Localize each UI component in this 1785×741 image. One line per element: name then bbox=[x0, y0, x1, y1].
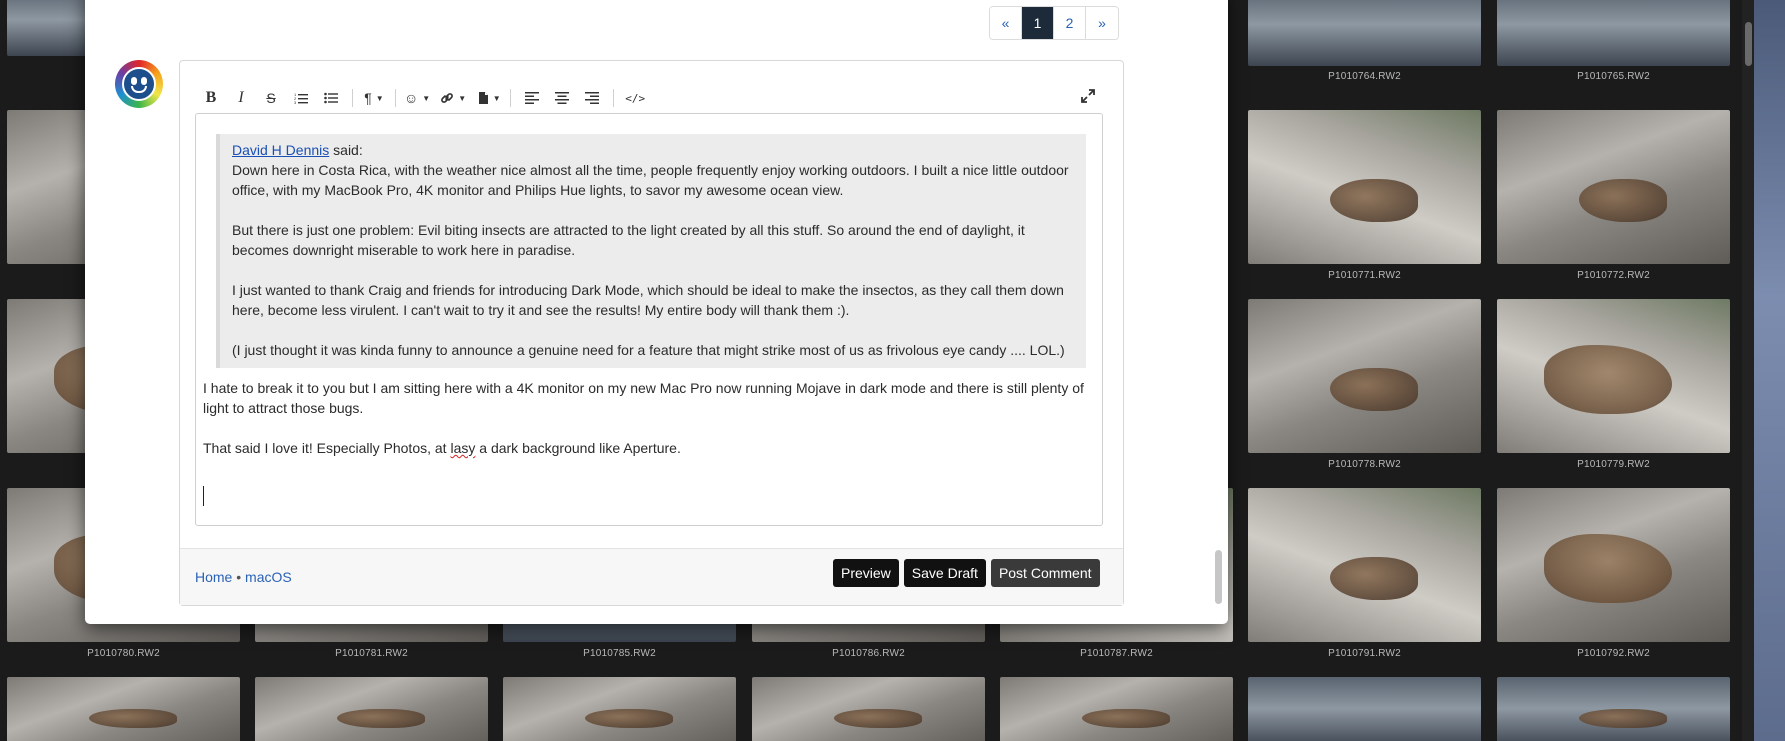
gallery-scrollbar[interactable] bbox=[1742, 0, 1754, 741]
photo-thumbnail[interactable] bbox=[752, 677, 985, 741]
chevron-down-icon: ▼ bbox=[375, 93, 384, 103]
bullet-list-button[interactable] bbox=[318, 85, 344, 111]
ordered-list-icon: 123 bbox=[294, 92, 308, 104]
paragraph-icon: ¶ bbox=[364, 90, 372, 106]
reply-paragraph: I hate to break it to you but I am sitti… bbox=[203, 380, 1084, 416]
chevron-down-icon: ▼ bbox=[422, 93, 431, 103]
file-icon bbox=[478, 92, 488, 104]
bold-button[interactable]: B bbox=[198, 85, 224, 111]
breadcrumb-category-link[interactable]: macOS bbox=[245, 569, 292, 585]
dialog-scrollbar[interactable] bbox=[1214, 0, 1224, 614]
code-view-button[interactable]: </> bbox=[622, 85, 648, 111]
toolbar-divider bbox=[395, 89, 396, 107]
photo-caption: P1010792.RW2 bbox=[1577, 648, 1650, 659]
photo-caption: P1010785.RW2 bbox=[583, 648, 656, 659]
preview-button[interactable]: Preview bbox=[833, 559, 899, 587]
photo-caption: P1010771.RW2 bbox=[1328, 270, 1401, 281]
photo-caption: P1010778.RW2 bbox=[1328, 459, 1401, 470]
photo-caption: P1010765.RW2 bbox=[1577, 71, 1650, 82]
photo-thumbnail[interactable] bbox=[1248, 0, 1481, 66]
svg-text:3: 3 bbox=[294, 100, 297, 104]
align-left-icon bbox=[525, 92, 540, 104]
photo-thumbnail[interactable] bbox=[255, 677, 488, 741]
smiley-icon bbox=[122, 67, 156, 101]
align-left-button[interactable] bbox=[519, 85, 545, 111]
toolbar-divider bbox=[510, 89, 512, 107]
photo-thumbnail[interactable] bbox=[1248, 677, 1481, 741]
insert-file-button[interactable]: ▼ bbox=[476, 85, 502, 111]
quote-paragraph: Down here in Costa Rica, with the weathe… bbox=[232, 162, 1069, 198]
post-comment-button[interactable]: Post Comment bbox=[990, 559, 1100, 587]
photo-thumbnail[interactable] bbox=[1248, 488, 1481, 642]
quote-paragraph: (I just thought it was kinda funny to an… bbox=[232, 342, 1065, 358]
emoji-button[interactable]: ☺ ▼ bbox=[404, 85, 430, 111]
photo-thumbnail[interactable] bbox=[1248, 110, 1481, 264]
photo-caption: P1010780.RW2 bbox=[87, 648, 160, 659]
chevron-down-icon: ▼ bbox=[492, 93, 501, 103]
pagination-prev[interactable]: « bbox=[990, 7, 1022, 39]
photo-caption: P1010791.RW2 bbox=[1328, 648, 1401, 659]
photo-caption: P1010779.RW2 bbox=[1577, 459, 1650, 470]
quote-paragraph: But there is just one problem: Evil biti… bbox=[232, 222, 1025, 258]
photo-caption: P1010781.RW2 bbox=[335, 648, 408, 659]
chevron-down-icon: ▼ bbox=[458, 93, 467, 103]
reply-text: I hate to break it to you but I am sitti… bbox=[203, 378, 1098, 478]
text-cursor bbox=[203, 486, 204, 506]
photo-caption: P1010786.RW2 bbox=[832, 648, 905, 659]
photo-thumbnail[interactable] bbox=[1000, 677, 1233, 741]
italic-button[interactable]: I bbox=[228, 85, 254, 111]
breadcrumb-separator: • bbox=[232, 569, 246, 585]
pagination-page-1[interactable]: 1 bbox=[1022, 7, 1054, 39]
comment-dialog: « 1 2 » B I S 123 ¶ ▼ ☺ ▼ ▼ ▼ </> David … bbox=[85, 0, 1228, 624]
reply-paragraph: That said I love it! Especially Photos, … bbox=[203, 440, 681, 456]
blockquote: David H Dennis said: Down here in Costa R… bbox=[216, 134, 1086, 368]
quote-author-link[interactable]: David H Dennis bbox=[232, 142, 329, 158]
photo-thumbnail[interactable] bbox=[1497, 677, 1730, 741]
comment-textarea[interactable]: David H Dennis said: Down here in Costa R… bbox=[195, 113, 1103, 526]
dialog-scrollbar-thumb[interactable] bbox=[1215, 550, 1222, 604]
smiley-icon: ☺ bbox=[404, 90, 419, 106]
misspelled-word[interactable]: lasy bbox=[450, 440, 475, 456]
quote-paragraph: I just wanted to thank Craig and friends… bbox=[232, 282, 1064, 318]
avatar[interactable] bbox=[115, 60, 163, 108]
photo-caption: P1010764.RW2 bbox=[1328, 71, 1401, 82]
quote-said: said: bbox=[329, 142, 363, 158]
toolbar-divider bbox=[613, 89, 615, 107]
align-center-icon bbox=[555, 92, 570, 104]
photo-thumbnail[interactable] bbox=[1497, 110, 1730, 264]
pagination-next[interactable]: » bbox=[1086, 7, 1118, 39]
align-center-button[interactable] bbox=[549, 85, 575, 111]
photo-thumbnail[interactable] bbox=[1248, 299, 1481, 453]
desktop-background bbox=[1754, 0, 1785, 741]
comment-editor: B I S 123 ¶ ▼ ☺ ▼ ▼ ▼ </> David H Dennis… bbox=[179, 60, 1124, 606]
photo-caption: P1010787.RW2 bbox=[1080, 648, 1153, 659]
align-right-button[interactable] bbox=[579, 85, 605, 111]
pagination: « 1 2 » bbox=[989, 6, 1119, 40]
photo-thumbnail[interactable] bbox=[1497, 488, 1730, 642]
comment-actions: Preview Save Draft Post Comment bbox=[833, 559, 1100, 587]
quote-attribution: David H Dennis said: Down here in Costa R… bbox=[232, 140, 1072, 200]
photo-thumbnail[interactable] bbox=[1497, 299, 1730, 453]
expand-icon bbox=[1081, 89, 1095, 103]
fullscreen-button[interactable] bbox=[1075, 83, 1101, 109]
photo-thumbnail[interactable] bbox=[7, 677, 240, 741]
link-button[interactable]: ▼ bbox=[440, 85, 466, 111]
align-right-icon bbox=[585, 92, 600, 104]
photo-caption: P1010772.RW2 bbox=[1577, 270, 1650, 281]
photo-thumbnail[interactable] bbox=[503, 677, 736, 741]
photo-thumbnail[interactable] bbox=[1497, 0, 1730, 66]
paragraph-format-button[interactable]: ¶ ▼ bbox=[361, 85, 387, 111]
strikethrough-button[interactable]: S bbox=[258, 85, 284, 111]
ordered-list-button[interactable]: 123 bbox=[288, 85, 314, 111]
pagination-page-2[interactable]: 2 bbox=[1054, 7, 1086, 39]
breadcrumb-home-link[interactable]: Home bbox=[195, 569, 232, 585]
gallery-scrollbar-thumb[interactable] bbox=[1745, 22, 1752, 66]
editor-toolbar: B I S 123 ¶ ▼ ☺ ▼ ▼ ▼ </> bbox=[198, 85, 652, 111]
editor-footer: Home • macOS Preview Save Draft Post Com… bbox=[180, 548, 1123, 605]
bullet-list-icon bbox=[324, 92, 338, 104]
save-draft-button[interactable]: Save Draft bbox=[903, 559, 986, 587]
link-icon bbox=[441, 93, 454, 103]
toolbar-divider bbox=[352, 89, 353, 107]
breadcrumb: Home • macOS bbox=[195, 569, 292, 585]
